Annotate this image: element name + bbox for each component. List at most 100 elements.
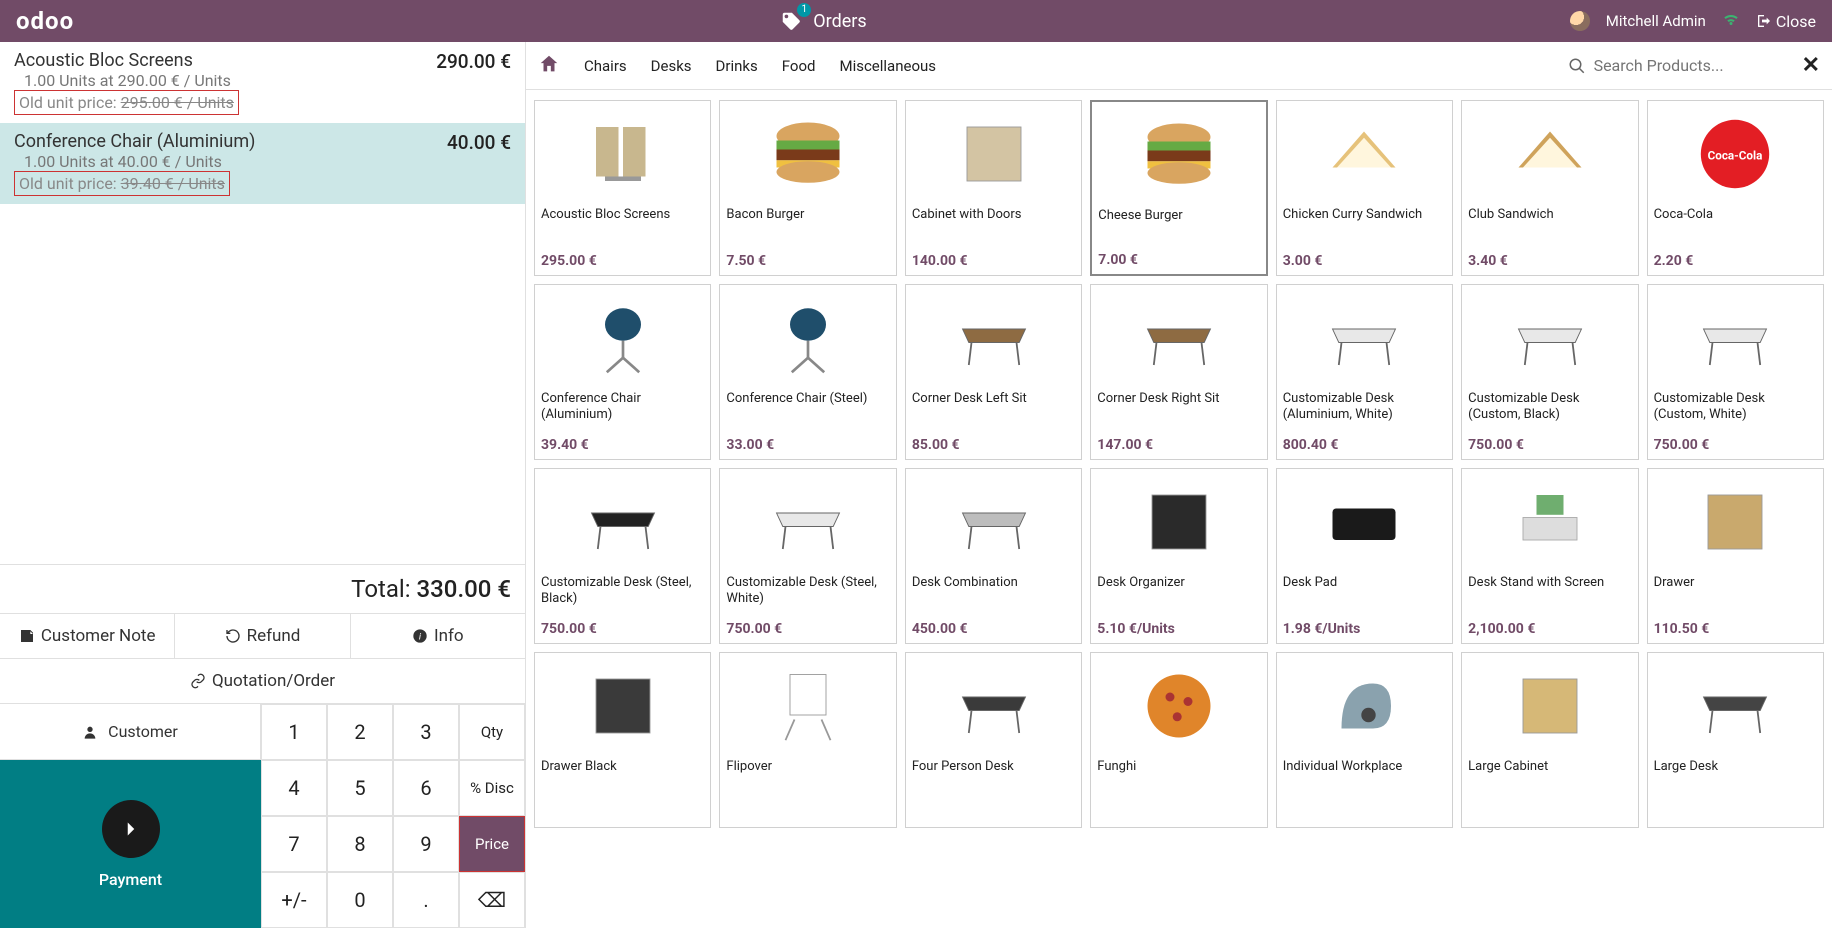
- product-image: [726, 657, 889, 755]
- key-9[interactable]: 9: [393, 816, 459, 872]
- product-image: [1468, 289, 1631, 387]
- user-name[interactable]: Mitchell Admin: [1606, 12, 1706, 30]
- key-3[interactable]: 3: [393, 704, 459, 760]
- product-price: 85.00 €: [912, 437, 1075, 453]
- product-card[interactable]: Customizable Desk (Steel, White)750.00 €: [719, 468, 896, 644]
- user-icon: [82, 724, 98, 740]
- order-line-qty: 1.00 Units at 40.00 € / Units: [14, 152, 511, 171]
- product-name: Acoustic Bloc Screens: [541, 207, 704, 237]
- product-card[interactable]: Desk Pad1.98 €/Units: [1276, 468, 1453, 644]
- product-card[interactable]: Bacon Burger7.50 €: [719, 100, 896, 276]
- product-card[interactable]: Drawer110.50 €: [1647, 468, 1824, 644]
- product-image: [1654, 657, 1817, 755]
- product-card[interactable]: Acoustic Bloc Screens295.00 €: [534, 100, 711, 276]
- product-card[interactable]: Flipover: [719, 652, 896, 828]
- product-card[interactable]: Desk Stand with Screen2,100.00 €: [1461, 468, 1638, 644]
- product-card[interactable]: Customizable Desk (Custom, White)750.00 …: [1647, 284, 1824, 460]
- product-card[interactable]: Customizable Desk (Aluminium, White)800.…: [1276, 284, 1453, 460]
- product-card[interactable]: Corner Desk Left Sit 85.00 €: [905, 284, 1082, 460]
- payment-button[interactable]: Payment: [0, 760, 261, 928]
- key-8[interactable]: 8: [327, 816, 393, 872]
- product-name: Flipover: [726, 759, 889, 789]
- product-card[interactable]: Chicken Curry Sandwich3.00 €: [1276, 100, 1453, 276]
- product-card[interactable]: Customizable Desk (Steel, Black)750.00 €: [534, 468, 711, 644]
- key-6[interactable]: 6: [393, 760, 459, 816]
- home-icon[interactable]: [538, 53, 560, 79]
- product-card[interactable]: Cabinet with Doors140.00 €: [905, 100, 1082, 276]
- key-5[interactable]: 5: [327, 760, 393, 816]
- category-food[interactable]: Food: [782, 57, 816, 75]
- wifi-icon: [1722, 10, 1740, 32]
- key-1[interactable]: 1: [261, 704, 327, 760]
- product-price: 110.50 €: [1654, 621, 1817, 637]
- product-card[interactable]: Large Cabinet: [1461, 652, 1638, 828]
- product-image: [541, 657, 704, 755]
- key-dot[interactable]: .: [393, 872, 459, 928]
- order-line[interactable]: Conference Chair (Aluminium)40.00 €1.00 …: [0, 123, 525, 204]
- product-name: Customizable Desk (Steel, White): [726, 575, 889, 606]
- category-chairs[interactable]: Chairs: [584, 57, 627, 75]
- product-card[interactable]: Individual Workplace: [1276, 652, 1453, 828]
- product-image: [912, 105, 1075, 203]
- customer-note-button[interactable]: Customer Note: [0, 614, 175, 658]
- product-image: [1283, 289, 1446, 387]
- product-card[interactable]: Desk Organizer5.10 €/Units: [1090, 468, 1267, 644]
- clear-search-icon[interactable]: ✕: [1802, 53, 1820, 78]
- product-image: [1097, 289, 1260, 387]
- app-header: odoo 1 Orders Mitchell Admin Close: [0, 0, 1832, 42]
- order-line-old-price: Old unit price: 295.00 € / Units: [14, 90, 239, 115]
- search-input[interactable]: [1594, 56, 1794, 75]
- category-drinks[interactable]: Drinks: [716, 57, 758, 75]
- key-plusminus[interactable]: +/-: [261, 872, 327, 928]
- key-2[interactable]: 2: [327, 704, 393, 760]
- product-card[interactable]: Funghi: [1090, 652, 1267, 828]
- product-card[interactable]: Club Sandwich3.40 €: [1461, 100, 1638, 276]
- product-card[interactable]: Four Person Desk: [905, 652, 1082, 828]
- product-card[interactable]: Conference Chair (Steel)33.00 €: [719, 284, 896, 460]
- product-name: Drawer Black: [541, 759, 704, 789]
- product-card[interactable]: Cheese Burger7.00 €: [1090, 100, 1267, 276]
- product-card[interactable]: Conference Chair (Aluminium)39.40 €: [534, 284, 711, 460]
- link-icon: [190, 673, 206, 689]
- order-line[interactable]: Acoustic Bloc Screens290.00 €1.00 Units …: [0, 42, 525, 123]
- key-backspace[interactable]: ⌫: [459, 872, 525, 928]
- product-name: Cabinet with Doors: [912, 207, 1075, 237]
- product-name: Conference Chair (Aluminium): [541, 391, 704, 422]
- product-name: Bacon Burger: [726, 207, 889, 237]
- key-price[interactable]: Price: [459, 816, 525, 872]
- product-price: 750.00 €: [1654, 437, 1817, 453]
- orders-button[interactable]: 1: [777, 7, 805, 35]
- product-image: [541, 289, 704, 387]
- product-card[interactable]: Large Desk: [1647, 652, 1824, 828]
- payment-arrow-icon: [102, 800, 160, 858]
- key-7[interactable]: 7: [261, 816, 327, 872]
- product-name: Large Cabinet: [1468, 759, 1631, 789]
- product-name: Corner Desk Left Sit: [912, 391, 1075, 421]
- product-image: [541, 473, 704, 571]
- category-miscellaneous[interactable]: Miscellaneous: [839, 57, 936, 75]
- avatar[interactable]: [1570, 11, 1590, 31]
- refund-button[interactable]: Refund: [175, 614, 350, 658]
- product-image: [1654, 289, 1817, 387]
- quotation-button[interactable]: Quotation/Order: [0, 658, 525, 703]
- product-card[interactable]: Customizable Desk (Custom, Black)750.00 …: [1461, 284, 1638, 460]
- key-qty[interactable]: Qty: [459, 704, 525, 760]
- product-card[interactable]: Desk Combination450.00 €: [905, 468, 1082, 644]
- orders-badge: 1: [797, 3, 811, 17]
- customer-button[interactable]: Customer: [0, 704, 261, 759]
- product-price: 800.40 €: [1283, 437, 1446, 453]
- product-name: Funghi: [1097, 759, 1260, 789]
- orders-label[interactable]: Orders: [813, 11, 866, 32]
- product-image: [1283, 473, 1446, 571]
- product-card[interactable]: Coca-ColaCoca-Cola2.20 €: [1647, 100, 1824, 276]
- product-name: Desk Combination: [912, 575, 1075, 605]
- close-button[interactable]: Close: [1756, 12, 1816, 31]
- key-4[interactable]: 4: [261, 760, 327, 816]
- key-disc[interactable]: % Disc: [459, 760, 525, 816]
- product-card[interactable]: Drawer Black: [534, 652, 711, 828]
- info-button[interactable]: iInfo: [351, 614, 525, 658]
- category-desks[interactable]: Desks: [651, 57, 692, 75]
- product-image: Coca-Cola: [1654, 105, 1817, 203]
- key-0[interactable]: 0: [327, 872, 393, 928]
- product-card[interactable]: Corner Desk Right Sit147.00 €: [1090, 284, 1267, 460]
